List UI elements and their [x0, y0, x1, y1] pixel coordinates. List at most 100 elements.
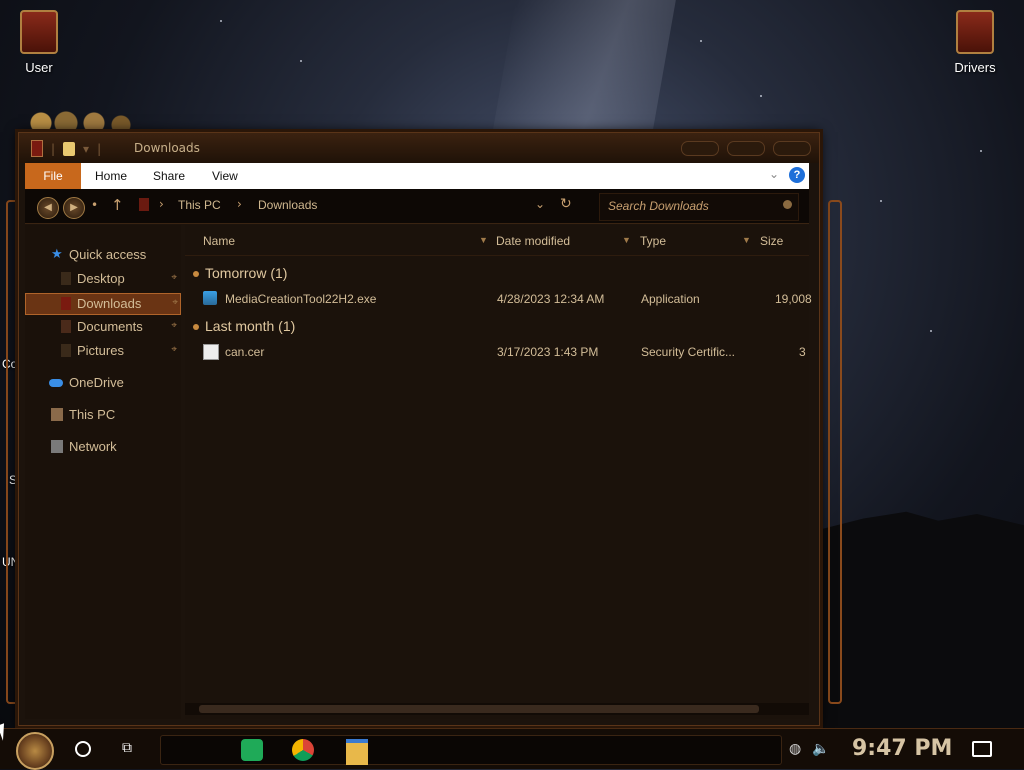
desktop-icon-drivers[interactable]: Drivers [940, 10, 1010, 75]
star [220, 20, 222, 22]
nav-item-label: This PC [69, 407, 116, 422]
nav-item-label: Quick access [69, 247, 147, 262]
address-dropdown-icon[interactable]: ⌄ [535, 197, 545, 211]
breadcrumb-downloads[interactable]: Downloads [258, 198, 317, 212]
star [980, 150, 982, 152]
close-button[interactable] [773, 141, 811, 156]
star [880, 200, 882, 202]
minimize-button[interactable] [681, 141, 719, 156]
notifications-icon[interactable] [972, 741, 992, 757]
file-explorer-window: | ▾ | Downloads File Home Share View ⌄ ?… [18, 132, 820, 726]
back-button[interactable]: ◀ [37, 197, 59, 219]
horizontal-scrollbar[interactable] [185, 703, 809, 715]
refresh-icon[interactable]: ↻ [560, 196, 572, 212]
title-bar[interactable]: | ▾ | Downloads [19, 133, 819, 163]
cloud-icon [49, 379, 63, 387]
star [930, 330, 932, 332]
file-type: Application [641, 292, 700, 306]
user-icon [20, 10, 58, 54]
column-dropdown-icon[interactable]: ▼ [742, 235, 751, 245]
task-view-icon[interactable]: ⧉ [122, 741, 138, 755]
pictures-folder-icon [61, 344, 71, 357]
qat-dropdown-icon[interactable]: ▾ [83, 142, 89, 156]
file-name: can.cer [225, 345, 265, 359]
nav-item-label: Desktop [77, 271, 125, 286]
file-explorer-icon[interactable] [346, 739, 368, 765]
maximize-button[interactable] [727, 141, 765, 156]
column-headers: Name ▼ Date modified ▼ Type ▼ Size [185, 225, 809, 256]
tab-file[interactable]: File [25, 163, 81, 189]
nav-item-onedrive[interactable]: OneDrive [25, 373, 179, 393]
file-type: Security Certific... [641, 345, 736, 359]
nav-item-label: OneDrive [69, 375, 124, 390]
group-label: Last month (1) [205, 318, 296, 334]
cortana-search-icon[interactable] [75, 741, 91, 757]
column-size[interactable]: Size [760, 234, 783, 248]
chrome-icon[interactable] [292, 739, 314, 761]
tab-view[interactable]: View [212, 169, 238, 183]
scrollbar-thumb[interactable] [199, 705, 759, 713]
file-size: 3 [799, 345, 806, 359]
up-arrow-icon[interactable]: ↑ [111, 196, 124, 214]
pin-icon[interactable]: ⌖ [171, 344, 177, 355]
tab-home[interactable]: Home [95, 169, 127, 183]
search-input[interactable] [606, 198, 770, 214]
file-row[interactable]: can.cer 3/17/2023 1:43 PM Security Certi… [199, 342, 807, 362]
column-type[interactable]: Type [640, 234, 666, 248]
nav-item-quick-access[interactable]: ★ Quick access [25, 245, 179, 265]
exe-icon [203, 291, 217, 305]
file-date: 4/28/2023 12:34 AM [497, 292, 605, 306]
start-button[interactable] [16, 732, 54, 770]
nav-item-label: Documents [77, 319, 143, 334]
taskbar-clock[interactable]: 9:47 PM [852, 736, 952, 761]
file-name: MediaCreationTool22H2.exe [225, 292, 377, 306]
file-size: 19,008 [775, 292, 812, 306]
group-header-tomorrow[interactable]: Tomorrow (1) [193, 265, 287, 281]
explorer-app-icon[interactable] [31, 140, 43, 157]
group-header-last-month[interactable]: Last month (1) [193, 318, 295, 334]
nav-item-this-pc[interactable]: This PC [25, 405, 179, 425]
nav-item-downloads[interactable]: Downloads ⌖ [25, 293, 181, 315]
search-icon[interactable] [783, 200, 792, 209]
breadcrumb-separator-icon[interactable]: › [237, 197, 242, 211]
recent-locations-icon[interactable]: • [91, 198, 98, 212]
navigation-pane: ★ Quick access Desktop ⌖ Downloads ⌖ Doc… [25, 225, 181, 719]
nav-item-label: Downloads [77, 296, 142, 311]
column-name[interactable]: Name [203, 234, 235, 248]
pin-icon[interactable]: ⌖ [172, 297, 178, 308]
breadcrumb-this-pc[interactable]: This PC [178, 198, 221, 212]
folder-icon[interactable] [63, 141, 76, 156]
nav-item-pictures[interactable]: Pictures ⌖ [25, 341, 179, 361]
nav-item-desktop[interactable]: Desktop ⌖ [25, 269, 179, 289]
computer-icon [51, 408, 63, 421]
right-decor-rail [828, 200, 842, 704]
file-row[interactable]: MediaCreationTool22H2.exe 4/28/2023 12:3… [199, 289, 812, 309]
pin-icon[interactable]: ⌖ [171, 320, 177, 331]
breadcrumb-separator-icon[interactable]: › [159, 197, 164, 211]
nav-item-label: Pictures [77, 343, 124, 358]
drivers-icon [956, 10, 994, 54]
collapse-group-icon[interactable] [193, 271, 199, 278]
window-title: Downloads [134, 141, 200, 155]
pin-icon[interactable]: ⌖ [171, 272, 177, 283]
collapse-group-icon[interactable] [193, 324, 199, 331]
tab-share[interactable]: Share [153, 169, 185, 183]
help-icon[interactable]: ? [789, 167, 805, 183]
nav-item-network[interactable]: Network [25, 437, 179, 457]
volume-muted-icon[interactable]: 🔈 [812, 741, 829, 757]
expand-ribbon-icon[interactable]: ⌄ [769, 167, 779, 181]
address-bar: ◀ ▶ • ↑ › This PC › Downloads ⌄ ↻ [25, 189, 809, 224]
column-dropdown-icon[interactable]: ▼ [622, 235, 631, 245]
forward-button[interactable]: ▶ [63, 197, 85, 219]
file-list: Name ▼ Date modified ▼ Type ▼ Size Tomor… [185, 225, 812, 719]
desktop-folder-icon [61, 272, 71, 285]
nav-item-documents[interactable]: Documents ⌖ [25, 317, 179, 337]
desktop-icon-user[interactable]: User [4, 10, 74, 75]
sheets-icon[interactable] [241, 739, 263, 761]
column-date-modified[interactable]: Date modified [496, 234, 570, 248]
network-globe-icon[interactable]: ◍ [789, 741, 801, 757]
search-box[interactable] [599, 193, 799, 221]
column-dropdown-icon[interactable]: ▼ [479, 235, 488, 245]
separator: | [97, 141, 102, 156]
star [760, 95, 762, 97]
